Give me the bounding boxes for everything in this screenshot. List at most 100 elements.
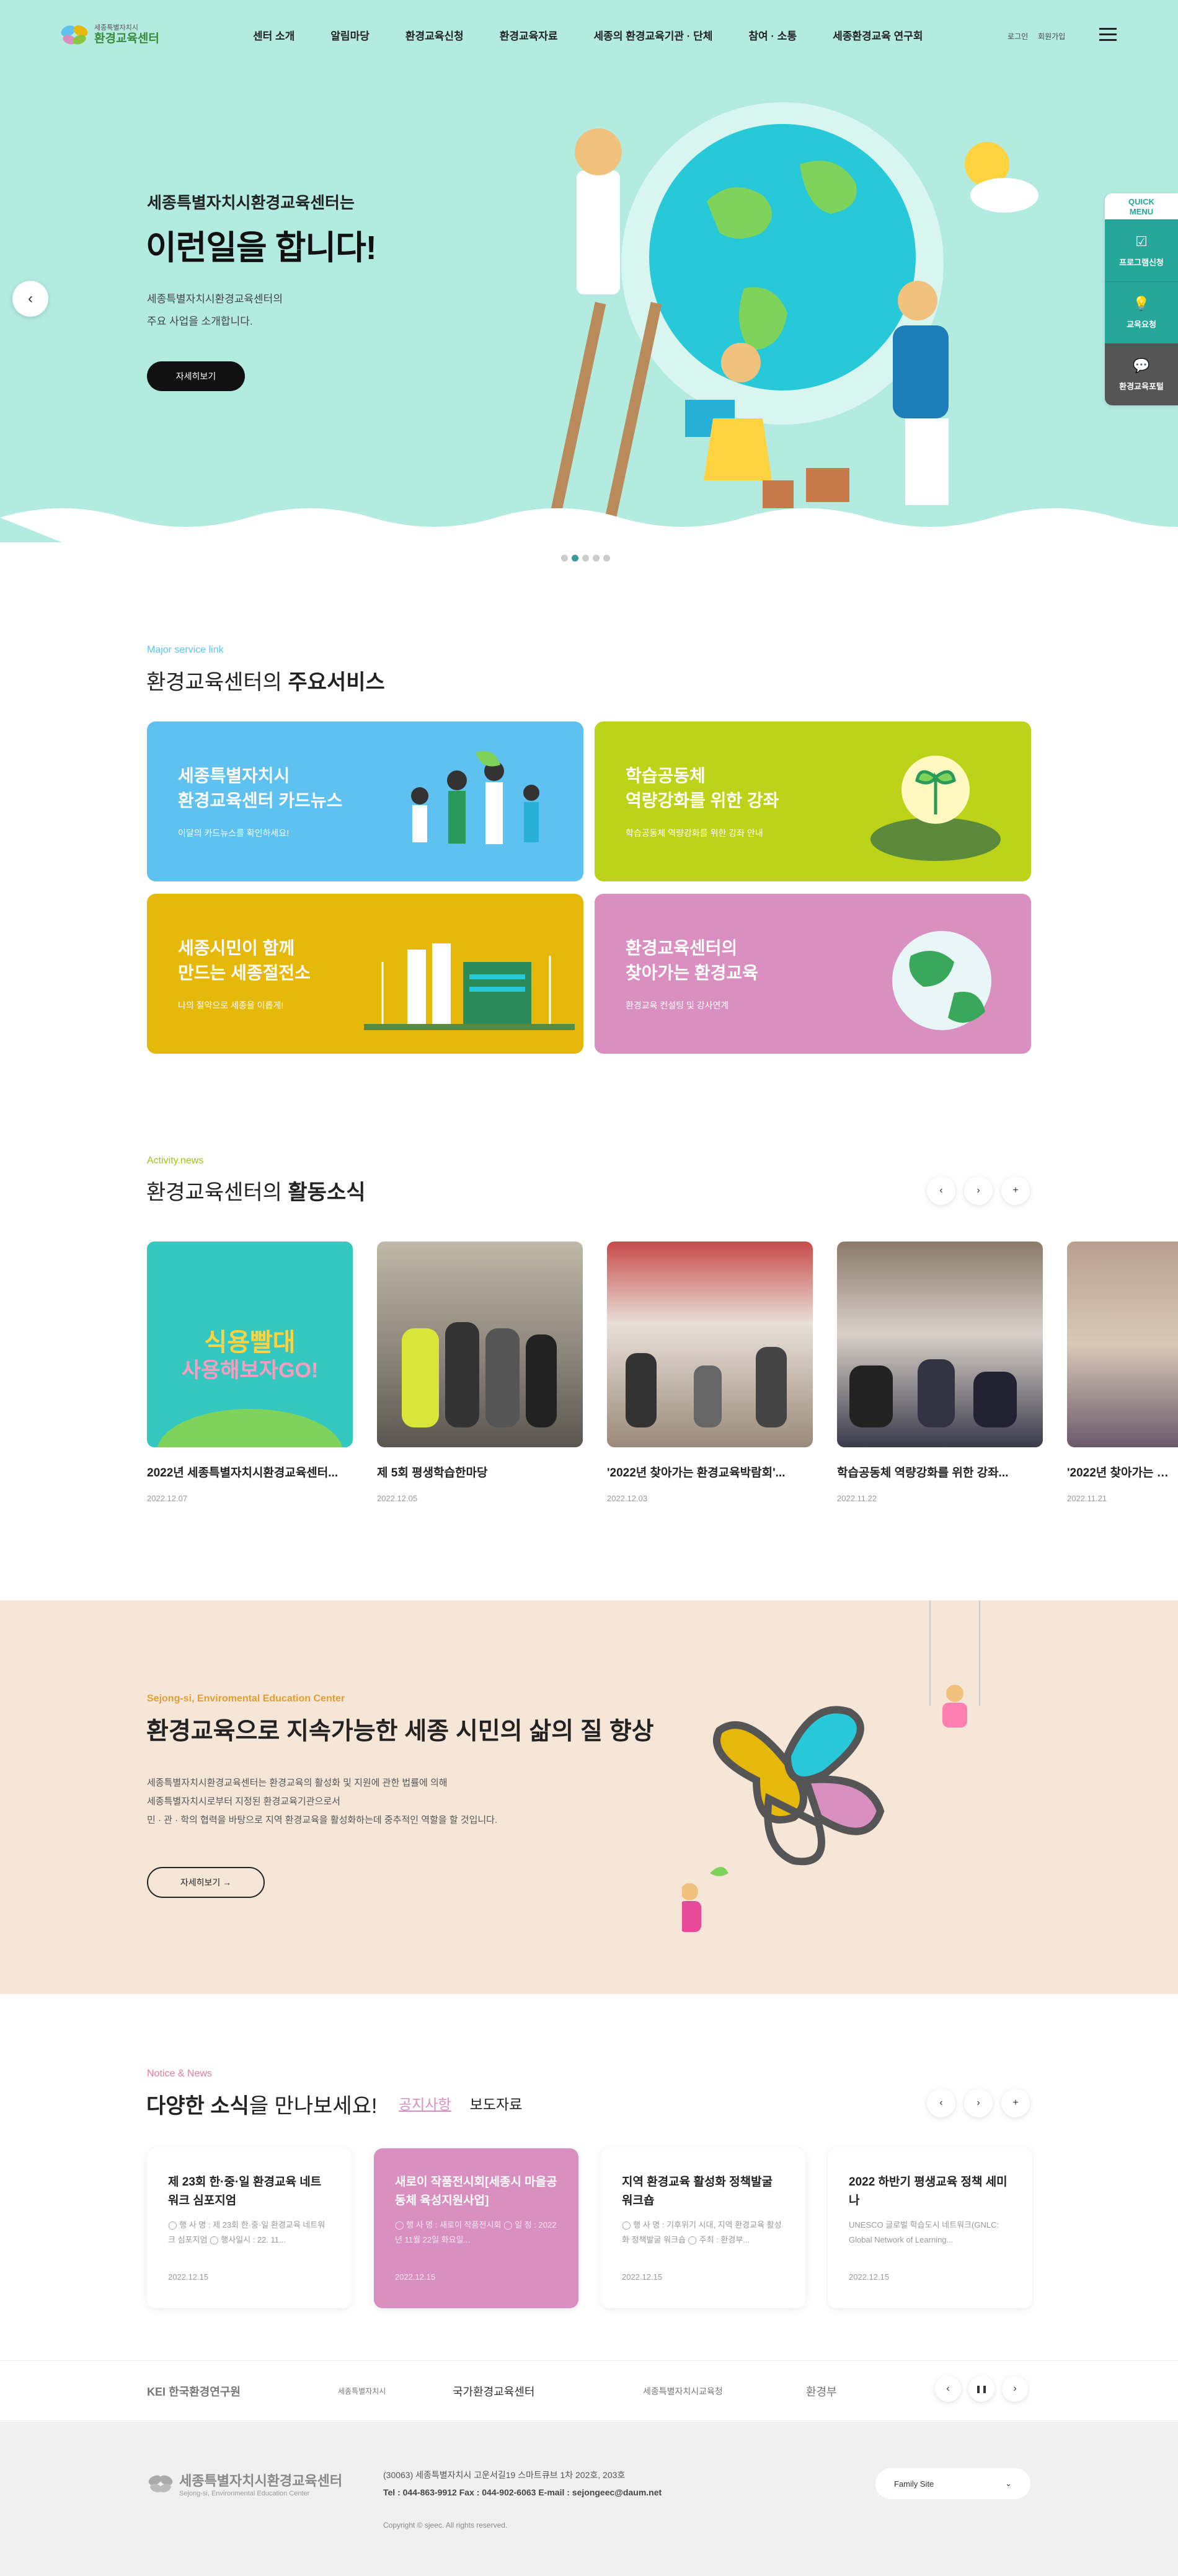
service-card-lecture[interactable]: 학습공동체 역량강화를 위한 강좌 학습공동체 역량강화를 위한 강좌 안내 <box>595 721 1031 881</box>
notice-card-date: 2022.12.15 <box>622 2272 663 2282</box>
activity-more-button[interactable]: + <box>1001 1176 1030 1205</box>
earth-illustration <box>892 931 991 1030</box>
news-title: '2022년 찾아가는 환경교 <box>1067 1467 1178 1480</box>
partner-ministry-environment[interactable]: 환경부 <box>806 2383 837 2399</box>
activity-title-light: 환경교육센터의 <box>146 1181 288 1204</box>
notice-controls: ‹ › + <box>927 2089 1030 2117</box>
partner-pause-button[interactable]: ❚❚ <box>968 2376 994 2402</box>
notice-card-title: 2022 하반기 평생교육 정책 세미나 <box>849 2176 1008 2207</box>
notice-prev-button[interactable]: ‹ <box>927 2089 955 2117</box>
slider-prev-button[interactable]: ‹ <box>12 281 48 317</box>
nav-center-intro[interactable]: 센터 소개 <box>253 27 294 43</box>
news-item[interactable]: 학습공동체 역량강화를 위한 강좌... 2022.11.22 <box>837 1242 1043 1503</box>
footer-logo-icon <box>148 2475 173 2493</box>
quick-edu-portal[interactable]: 💬 환경교육포털 <box>1105 343 1178 405</box>
notice-card-active[interactable]: 새로이 작품전시회[세종시 마을공동체 육성지원사업] ◯ 행 사 명 : 새로… <box>374 2148 578 2308</box>
partner-national-edu-center[interactable]: 국가환경교육센터 <box>453 2383 534 2399</box>
nav-participation[interactable]: 참여 · 소통 <box>748 27 797 43</box>
nav-edu-materials[interactable]: 환경교육자료 <box>500 27 558 43</box>
card-title-line1: 학습공동체 <box>626 766 706 785</box>
service-card-visiting-edu[interactable]: 환경교육센터의 찾아가는 환경교육 환경교육 컨설팅 및 강사연계 <box>595 894 1031 1054</box>
logo-icon <box>61 25 88 45</box>
family-site-select[interactable]: Family Site ⌄ <box>875 2468 1030 2499</box>
hero-more-button[interactable]: 자세히보기 <box>147 361 245 391</box>
family-site-label: Family Site <box>894 2479 934 2489</box>
news-thumbnail <box>1067 1242 1178 1447</box>
menu-icon[interactable] <box>1099 28 1117 42</box>
news-item[interactable]: 제 5회 평생학습한마당 2022.12.05 <box>377 1242 583 1503</box>
quick-title-line2: MENU <box>1129 207 1154 216</box>
about-description: 세종특별자치시환경교육센터는 환경교육의 활성화 및 지원에 관한 법률에 의해… <box>147 1774 497 1830</box>
tab-notice[interactable]: 공지사항 <box>399 2093 451 2114</box>
notice-title-bold: 다양한 소식 <box>146 2094 249 2118</box>
partner-next-button[interactable]: › <box>1002 2376 1028 2402</box>
news-item[interactable]: 식용빨대 사용해보자GO! 2022년 세종특별자치시환경교육센터... 202… <box>147 1242 353 1503</box>
news-thumbnail <box>607 1242 813 1447</box>
login-link[interactable]: 로그인 <box>1008 31 1028 42</box>
footer-address-block: (30063) 세종특별자치시 고운서길19 스마트큐브 1차 202호, 20… <box>383 2466 662 2501</box>
site-header: 세종특별자치시 환경교육센터 센터 소개 알림마당 환경교육신청 환경교육자료 … <box>0 0 1178 71</box>
notice-card[interactable]: 제 23회 한·중·일 환경교육 네트워크 심포지엄 ◯ 행 사 명 : 제 2… <box>147 2148 352 2308</box>
card-title-line2: 역량강화를 위한 강좌 <box>626 791 779 810</box>
notice-card-title: 새로이 작품전시회[세종시 마을공동체 육성지원사업] <box>395 2176 557 2207</box>
activity-prev-button[interactable]: ‹ <box>927 1176 955 1205</box>
tab-press[interactable]: 보도자료 <box>470 2093 523 2114</box>
footer-address: (30063) 세종특별자치시 고운서길19 스마트큐브 1차 202호, 20… <box>383 2470 626 2480</box>
news-title: 제 5회 평생학습한마당 <box>377 1467 488 1480</box>
partner-kei[interactable]: KEI 한국환경연구원 <box>147 2383 241 2399</box>
footer-copyright: Copyright © sjeec. All rights reserved. <box>383 2521 508 2530</box>
news-item[interactable]: '2022년 찾아가는 환경교육박람회'... 2022.12.03 <box>607 1242 813 1503</box>
nav-edu-apply[interactable]: 환경교육신청 <box>405 27 464 43</box>
news-title: 2022년 세종특별자치시환경교육센터... <box>147 1467 339 1480</box>
notice-card[interactable]: 2022 하반기 평생교육 정책 세미나 UNESCO 글로벌 학습도시 네트워… <box>828 2148 1032 2308</box>
hero-subtitle: 세종특별자치시환경교육센터는 <box>147 193 355 212</box>
slider-dot[interactable] <box>561 555 568 562</box>
partner-sejong-city[interactable]: 세종특별자치시 <box>338 2386 386 2396</box>
card-title-line2: 만드는 세종절전소 <box>178 963 311 982</box>
nav-notice[interactable]: 알림마당 <box>330 27 370 43</box>
service-card-power-saving[interactable]: 세종시민이 함께 만드는 세종절전소 나의 절약으로 세종을 이롭게! <box>147 894 583 1054</box>
notice-card-date: 2022.12.15 <box>168 2272 209 2282</box>
card-title-line2: 찾아가는 환경교육 <box>626 963 758 982</box>
news-thumbnail <box>837 1242 1043 1447</box>
footer-org-name-en: Sejong-si, Environmental Education Cente… <box>179 2490 310 2497</box>
activity-next-button[interactable]: › <box>964 1176 993 1205</box>
notice-more-button[interactable]: + <box>1001 2089 1030 2117</box>
card-title-line1: 세종시민이 함께 <box>178 938 295 958</box>
notice-next-button[interactable]: › <box>964 2089 993 2117</box>
util-links: 로그인 회원가입 <box>1008 31 1065 42</box>
notice-card-date: 2022.12.15 <box>849 2272 890 2282</box>
quick-program-apply[interactable]: ☑ 프로그램신청 <box>1105 219 1178 281</box>
about-more-button[interactable]: 자세히보기 → <box>147 1867 265 1898</box>
slider-dot[interactable] <box>593 555 600 562</box>
news-title: 학습공동체 역량강화를 위한 강좌... <box>837 1467 1009 1480</box>
chevron-left-icon: ‹ <box>28 290 33 307</box>
quick-item-label: 교육요청 <box>1127 320 1156 329</box>
site-logo[interactable]: 세종특별자치시 환경교육센터 <box>60 22 159 47</box>
service-card-cardnews[interactable]: 세종특별자치시 환경교육센터 카드뉴스 이달의 카드뉴스를 확인하세요! <box>147 721 583 881</box>
about-eyebrow: Sejong-si, Enviromental Education Center <box>147 1693 345 1704</box>
photo-classroom <box>849 1359 1017 1427</box>
service-card-title: 학습공동체역량강화를 위한 강좌 <box>626 764 836 813</box>
card-title-line1: 세종특별자치시 <box>178 766 290 785</box>
partner-banner: KEI 한국환경연구원 세종특별자치시 국가환경교육센터 세종특별자치시교육청 … <box>0 2360 1178 2421</box>
slider-dot-active[interactable] <box>572 555 578 562</box>
nav-institutions[interactable]: 세종의 환경교육기관 · 단체 <box>594 27 713 43</box>
quick-edu-request[interactable]: 💡 교육요청 <box>1105 281 1178 343</box>
partner-controls: ‹ ❚❚ › <box>935 2376 1028 2402</box>
join-link[interactable]: 회원가입 <box>1038 31 1065 42</box>
footer-logo: 세종특별자치시환경교육센터 Sejong-si, Environmental E… <box>147 2470 342 2497</box>
partner-sejong-education-office[interactable]: 세종특별자치시교육청 <box>643 2385 723 2397</box>
slider-dot[interactable] <box>582 555 589 562</box>
news-title: '2022년 찾아가는 환경교육박람회'... <box>607 1467 786 1480</box>
partner-prev-button[interactable]: ‹ <box>935 2376 961 2402</box>
nav-research[interactable]: 세종환경교육 연구회 <box>833 27 923 43</box>
photo-people <box>402 1322 557 1427</box>
notice-card[interactable]: 지역 환경교육 활성화 정책발굴 워크숍 ◯ 행 사 명 : 기후위기 시대, … <box>601 2148 805 2308</box>
site-footer: 세종특별자치시환경교육센터 Sejong-si, Environmental E… <box>0 2422 1178 2576</box>
services-eyebrow: Major service link <box>147 645 224 655</box>
slider-dot[interactable] <box>603 555 610 562</box>
lightbulb-icon: 💡 <box>1133 296 1150 311</box>
news-item[interactable]: '2022년 찾아가는 환경교 2022.11.21 <box>1067 1242 1178 1503</box>
card-title-line1: 환경교육센터의 <box>626 938 738 958</box>
